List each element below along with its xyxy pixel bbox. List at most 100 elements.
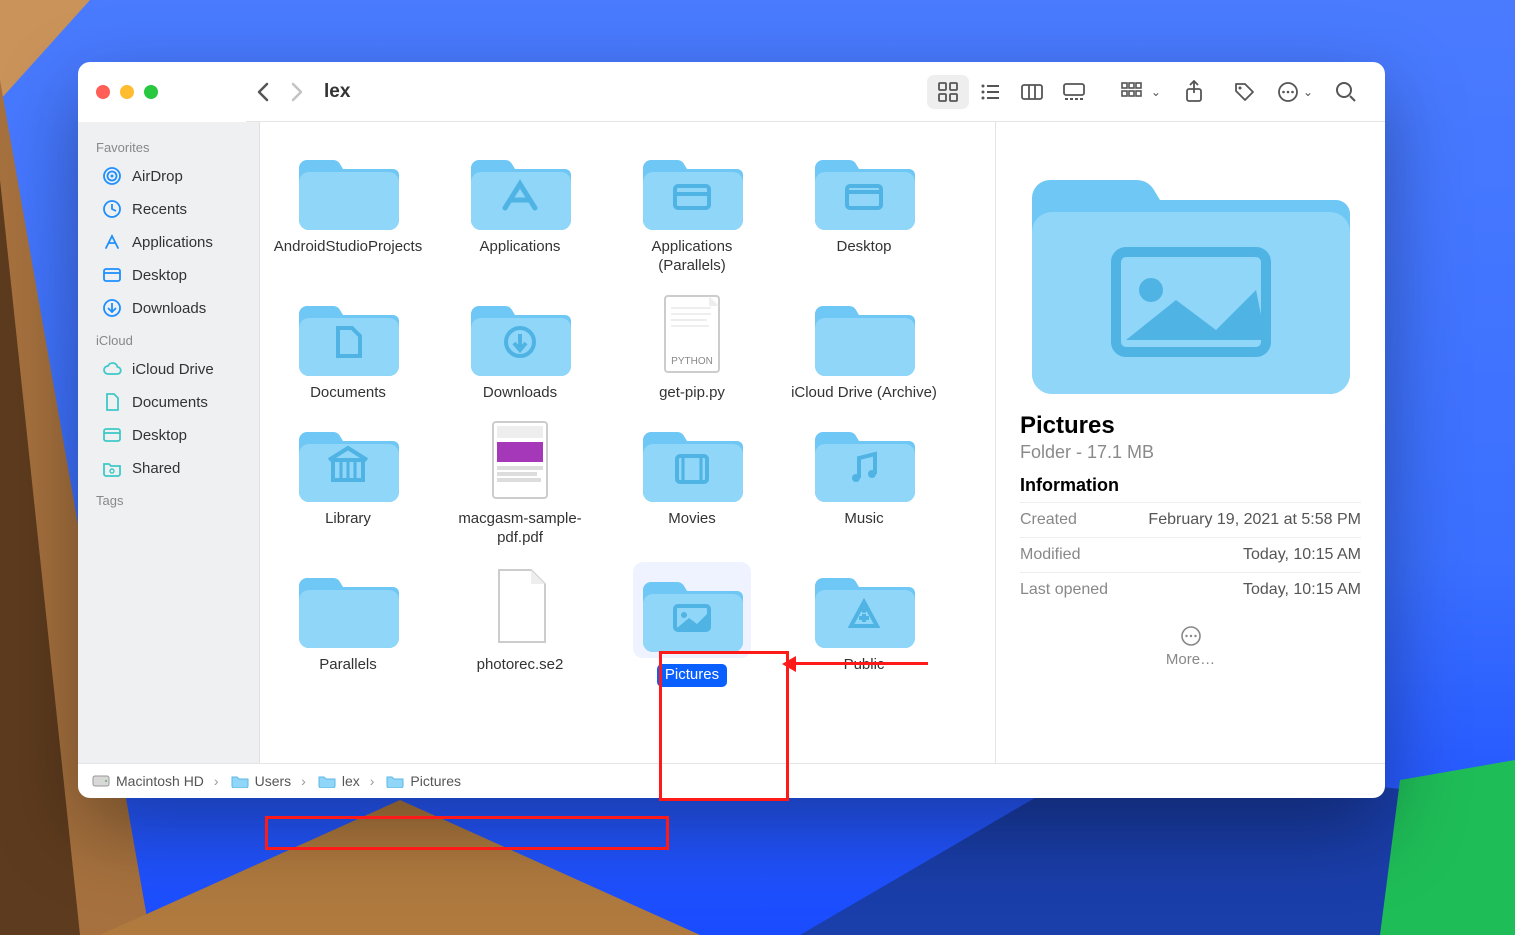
grid-item-label: Desktop [836, 238, 891, 257]
sidebar-item-desktop-icloud[interactable]: Desktop [84, 419, 253, 451]
finder-window: lex ⌄ [78, 62, 1385, 798]
sidebar-item-documents[interactable]: Documents [84, 386, 253, 418]
actions-button[interactable]: ⌄ [1277, 75, 1313, 109]
airdrop-icon [102, 166, 122, 186]
grid-item-label: macgasm-sample-pdf.pdf [445, 510, 595, 548]
chevron-down-icon: ⌄ [1151, 85, 1161, 99]
folder-icon [465, 290, 575, 378]
sidebar-item-applications[interactable]: Applications [84, 226, 253, 258]
close-window-button[interactable] [96, 85, 110, 99]
grid-item[interactable]: Parallels [268, 558, 428, 691]
info-row-modified: ModifiedToday, 10:15 AM [1020, 537, 1361, 572]
view-columns-button[interactable] [1011, 75, 1053, 109]
tags-button[interactable] [1227, 75, 1261, 109]
grid-item[interactable]: Music [784, 412, 944, 552]
sidebar-section-tags: Tags [78, 485, 259, 512]
path-crumb-pictures[interactable]: Pictures [382, 773, 465, 789]
path-crumb-users[interactable]: Users› [227, 773, 314, 789]
grid-item[interactable]: Public [784, 558, 944, 691]
grid-item[interactable]: Movies [612, 412, 772, 552]
toolbar: lex ⌄ [78, 62, 1385, 122]
share-button[interactable] [1177, 75, 1211, 109]
file-icon: PYTHON [637, 290, 747, 378]
folder-icon [809, 290, 919, 378]
forward-button[interactable] [280, 75, 314, 109]
sidebar-item-label: Desktop [132, 267, 187, 284]
annotation-arrow-head [782, 656, 796, 672]
sidebar-section-icloud: iCloud [78, 325, 259, 352]
sidebar-item-label: Downloads [132, 300, 206, 317]
grid-item-label: Parallels [319, 656, 377, 675]
preview-thumbnail [1026, 140, 1356, 396]
grid-item-label: Public [844, 656, 885, 675]
grid-item-label: Library [325, 510, 371, 529]
desktop-icon [102, 425, 122, 445]
grid-item[interactable]: AndroidStudioProjects [268, 140, 428, 280]
info-row-created: CreatedFebruary 19, 2021 at 5:58 PM [1020, 502, 1361, 537]
grid-item[interactable]: Library [268, 412, 428, 552]
folder-icon [637, 144, 747, 232]
grid-item[interactable]: Applications (Parallels) [612, 140, 772, 280]
sidebar-section-favorites: Favorites [78, 132, 259, 159]
path-crumb-macintosh-hd[interactable]: Macintosh HD› [88, 773, 227, 789]
grid-item[interactable]: Documents [268, 286, 428, 407]
grid-item[interactable]: Applications [440, 140, 600, 280]
grid-item[interactable]: Desktop [784, 140, 944, 280]
sidebar-item-label: Documents [132, 394, 208, 411]
sidebar-item-label: Shared [132, 460, 180, 477]
grid-item[interactable]: PYTHON get-pip.py [612, 286, 772, 407]
view-icons-button[interactable] [927, 75, 969, 109]
grid-item-label: iCloud Drive (Archive) [791, 384, 937, 403]
grid-item-label: Applications (Parallels) [617, 238, 767, 276]
grid-item-label: Documents [310, 384, 386, 403]
sidebar-item-recents[interactable]: Recents [84, 193, 253, 225]
folder-icon [293, 416, 403, 504]
chevron-down-icon: ⌄ [1303, 85, 1313, 99]
grid-item-label: AndroidStudioProjects [274, 238, 422, 257]
folder-icon [809, 416, 919, 504]
grid-item-label: Applications [480, 238, 561, 257]
grid-item[interactable]: iCloud Drive (Archive) [784, 286, 944, 407]
sidebar-item-label: Applications [132, 234, 213, 251]
folder-icon [231, 774, 249, 788]
grid-item-label: get-pip.py [659, 384, 725, 403]
grid-item[interactable]: macgasm-sample-pdf.pdf [440, 412, 600, 552]
window-title: lex [324, 81, 350, 103]
grid-item[interactable]: Pictures [612, 558, 772, 691]
view-gallery-button[interactable] [1053, 75, 1095, 109]
search-button[interactable] [1329, 75, 1363, 109]
file-icon [465, 562, 575, 650]
grid-item-label: photorec.se2 [477, 656, 564, 675]
folder-icon [465, 144, 575, 232]
annotation-arrow [788, 662, 928, 665]
sidebar-item-desktop[interactable]: Desktop [84, 259, 253, 291]
folder-icon [386, 774, 404, 788]
shared-folder-icon [102, 458, 122, 478]
zoom-window-button[interactable] [144, 85, 158, 99]
minimize-window-button[interactable] [120, 85, 134, 99]
folder-icon [293, 290, 403, 378]
view-list-button[interactable] [969, 75, 1011, 109]
folder-icon [809, 562, 919, 650]
folder-icon [637, 416, 747, 504]
sidebar-item-airdrop[interactable]: AirDrop [84, 160, 253, 192]
sidebar-item-downloads[interactable]: Downloads [84, 292, 253, 324]
disk-icon [92, 774, 110, 788]
grid-item[interactable]: photorec.se2 [440, 558, 600, 691]
icon-grid: AndroidStudioProjects Applications Appli… [260, 122, 995, 763]
folder-icon [293, 144, 403, 232]
svg-text:PYTHON: PYTHON [671, 356, 713, 367]
desktop-icon [102, 265, 122, 285]
back-button[interactable] [246, 75, 280, 109]
sidebar: Favorites AirDrop Recents Applications D… [78, 122, 260, 763]
group-by-button[interactable]: ⌄ [1121, 75, 1161, 109]
more-button[interactable]: More… [1020, 625, 1361, 668]
grid-item[interactable]: Downloads [440, 286, 600, 407]
sidebar-item-shared[interactable]: Shared [84, 452, 253, 484]
document-icon [102, 392, 122, 412]
preview-section-information: Information [1020, 475, 1361, 496]
info-row-opened: Last openedToday, 10:15 AM [1020, 572, 1361, 607]
path-crumb-lex[interactable]: lex› [314, 773, 383, 789]
sidebar-item-icloud-drive[interactable]: iCloud Drive [84, 353, 253, 385]
folder-icon [633, 562, 751, 658]
